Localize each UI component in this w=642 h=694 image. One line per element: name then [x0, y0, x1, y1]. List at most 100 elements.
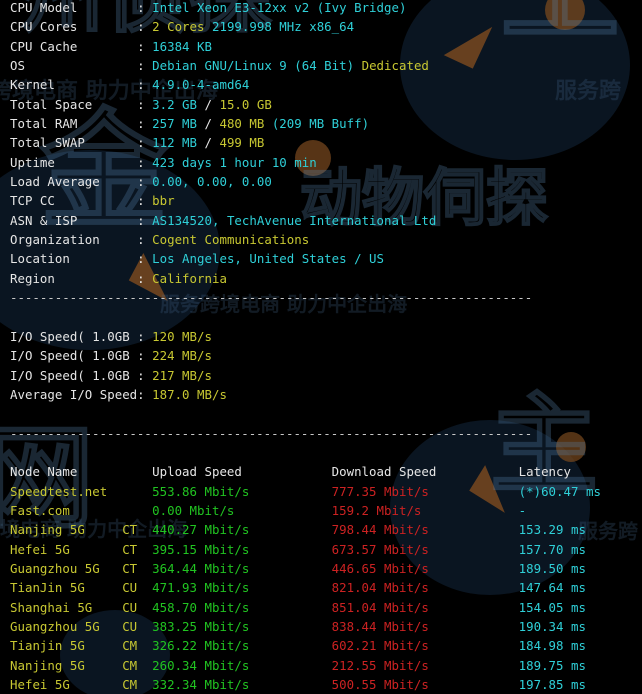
text-run: CPU Cores — [10, 19, 138, 35]
text-run: 257 MB — [152, 116, 205, 132]
info-row: Load Average : 0.00, 0.00, 0.00 — [10, 172, 642, 191]
speedtest-row: Nanjing 5G CT 440.27 Mbit/s 798.44 Mbit/… — [10, 520, 642, 539]
text-run: 673.57 Mbit/s — [331, 541, 519, 557]
text-run: CM — [122, 677, 153, 693]
text-run: bbr — [152, 193, 175, 209]
text-run: 189.50 ms — [518, 560, 586, 576]
text-run: 4.9.0-4-amd64 — [152, 77, 250, 93]
text-run: 157.70 ms — [518, 541, 586, 557]
text-run: : — [137, 135, 153, 151]
text-run: 423 days 1 hour 10 min — [152, 154, 317, 170]
separator-io: ----------------------------------------… — [10, 290, 533, 306]
text-run: Hefei 5G — [10, 541, 123, 557]
text-run: 0.00, 0.00, 0.00 — [152, 174, 272, 190]
text-run: Total SWAP — [10, 135, 138, 151]
text-run: CU — [122, 599, 153, 615]
text-run: Hefei 5G — [10, 677, 123, 693]
text-run: - — [518, 502, 527, 518]
speedtest-row: Fast.com 0.00 Mbit/s 159.2 Mbit/s - — [10, 501, 642, 520]
text-run: : — [137, 38, 153, 54]
text-run: : — [137, 193, 153, 209]
text-run: 15.0 GB — [211, 96, 272, 112]
text-run: Load Average — [10, 174, 138, 190]
text-run: Total RAM — [10, 116, 138, 132]
text-run: 553.86 Mbit/s — [152, 483, 332, 499]
text-run: 458.70 Mbit/s — [152, 599, 332, 615]
text-run — [122, 484, 152, 499]
text-run: 364.44 Mbit/s — [152, 560, 332, 576]
text-run: Upload Speed — [152, 464, 332, 480]
text-run: : — [137, 232, 153, 248]
text-run: : — [137, 116, 153, 132]
text-run: CU — [122, 580, 153, 596]
text-run: Guangzhou 5G — [10, 619, 123, 634]
io-speed-block: I/O Speed( 1.0GB : 120 MB/s I/O Speed( 1.… — [10, 308, 642, 424]
text-run: Uptime — [10, 154, 138, 170]
text-run: I/O Speed( 1.0GB — [10, 348, 138, 364]
speedtest-row: Tianjin 5G CM 326.22 Mbit/s 602.21 Mbit/… — [10, 636, 642, 655]
speedtest-row: Speedtest.net 553.86 Mbit/s 777.35 Mbit/… — [10, 482, 642, 501]
text-run: CM — [122, 657, 153, 673]
speedtest-row: Hefei 5G CT 395.15 Mbit/s 673.57 Mbit/s … — [10, 540, 642, 559]
text-run: 821.04 Mbit/s — [331, 580, 519, 596]
io-speed-row: I/O Speed( 1.0GB : 224 MB/s — [10, 346, 642, 365]
text-run: 838.44 Mbit/s — [331, 619, 519, 634]
text-run: : — [137, 251, 153, 267]
text-run: : — [137, 19, 153, 35]
text-run: Organization — [10, 232, 138, 248]
speedtest-row: Nanjing 5G CM 260.34 Mbit/s 212.55 Mbit/… — [10, 656, 642, 675]
text-run: 190.34 ms — [518, 619, 586, 634]
text-run: : — [137, 367, 153, 383]
speedtest-row: Guangzhou 5G CT 364.44 Mbit/s 446.65 Mbi… — [10, 559, 642, 578]
text-run: 500.55 Mbit/s — [331, 677, 519, 693]
info-row: Total SWAP : 112 MB / 499 MB — [10, 133, 642, 152]
text-run: 187.0 MB/s — [152, 386, 227, 402]
text-run: Nanjing 5G — [10, 522, 123, 538]
text-run: 326.22 Mbit/s — [152, 638, 332, 654]
text-run: : — [137, 270, 153, 286]
text-run: 189.75 ms — [518, 657, 586, 673]
text-run: 480 MB — [211, 116, 272, 132]
info-row: Location : Los Angeles, United States / … — [10, 249, 642, 268]
text-run: Location — [10, 251, 138, 267]
text-run: 217 MB/s — [152, 367, 212, 383]
text-run: 159.2 Mbit/s — [331, 502, 519, 518]
text-run: Kernel — [10, 77, 138, 93]
text-run: Debian GNU/Linux 9 (64 Bit) — [152, 58, 355, 74]
text-run: 851.04 Mbit/s — [331, 599, 519, 615]
text-run: : — [137, 174, 153, 190]
text-run: 112 MB — [152, 135, 205, 151]
info-row: Total RAM : 257 MB / 480 MB (209 MB Buff… — [10, 114, 642, 133]
text-run: 446.65 Mbit/s — [331, 560, 519, 576]
text-run: : — [137, 348, 153, 364]
text-run: / — [204, 96, 212, 112]
info-row: ASN & ISP : AS134520, TechAvenue Interna… — [10, 211, 642, 230]
separator-speedtest: ----------------------------------------… — [10, 425, 533, 441]
text-run: Download Speed — [331, 464, 519, 480]
text-run: 602.21 Mbit/s — [331, 638, 519, 654]
text-run: 2 Cores — [152, 19, 205, 35]
info-row: Region : California — [10, 269, 642, 288]
speedtest-row: Shanghai 5G CU 458.70 Mbit/s 851.04 Mbit… — [10, 598, 642, 617]
speedtest-row: TianJin 5G CU 471.93 Mbit/s 821.04 Mbit/… — [10, 578, 642, 597]
text-run: : — [137, 154, 153, 170]
text-run: Region — [10, 270, 138, 286]
info-row: Total Space : 3.2 GB / 15.0 GB — [10, 95, 642, 114]
text-run: : — [137, 0, 153, 15]
text-run: Nanjing 5G — [10, 657, 123, 673]
text-run: Shanghai 5G — [10, 599, 123, 615]
text-run: AS134520, TechAvenue International Ltd — [152, 212, 437, 228]
text-run: 471.93 Mbit/s — [152, 580, 332, 596]
info-row: CPU Model : Intel Xeon E3-12xx v2 (Ivy B… — [10, 0, 642, 17]
text-run: : — [137, 212, 153, 228]
text-run: Latency — [518, 464, 571, 480]
text-run: 0.00 Mbit/s — [152, 502, 332, 518]
text-run: I/O Speed( 1.0GB — [10, 328, 138, 344]
text-run: Total Space — [10, 96, 138, 112]
terminal-window: 主 主 金 网 州侦探 动物伺探 跨境电商 助力中企出海 服务跨 服务跨境电商 … — [0, 0, 642, 694]
text-run: 197.85 ms — [518, 677, 586, 693]
info-row: Organization : Cogent Communications — [10, 230, 642, 249]
text-run: 332.34 Mbit/s — [152, 677, 332, 693]
